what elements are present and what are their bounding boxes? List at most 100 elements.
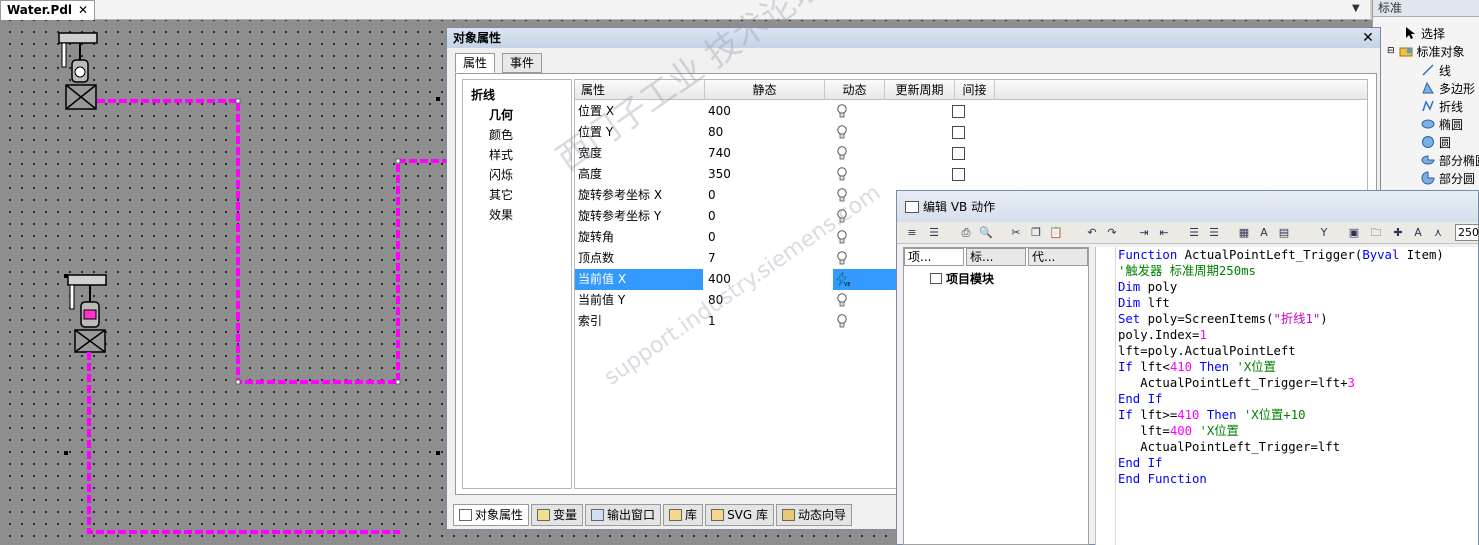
tab-properties[interactable]: 属性 [455, 53, 496, 73]
palette-item-line[interactable]: 线 [1421, 61, 1451, 79]
document-tab[interactable]: Water.Pdl ✕ [0, 0, 96, 20]
print-icon[interactable]: ⎙ [959, 226, 973, 240]
compile-icon[interactable]: ▣ [1347, 226, 1361, 240]
property-static-value[interactable]: 80 [708, 122, 723, 143]
tab-library[interactable]: 库 [663, 504, 704, 526]
tab-project[interactable]: 项... [904, 248, 964, 266]
replace-icon[interactable]: ▤ [1277, 226, 1291, 240]
uncomment-icon[interactable]: ☰ [1207, 226, 1221, 240]
editor-navigator: 项... 标... 代... 项目模块 [903, 247, 1089, 545]
tab-output-window[interactable]: 输出窗口 [585, 504, 662, 526]
col-header-update-cycle[interactable]: 更新周期 [885, 80, 955, 100]
palette-item-polygon[interactable]: 多边形 [1421, 79, 1475, 97]
palette-item-select[interactable]: 选择 [1403, 24, 1445, 42]
polyline-icon [1422, 100, 1434, 112]
indent-format-icon[interactable]: ☰ [927, 226, 941, 240]
indirect-checkbox[interactable] [952, 105, 965, 118]
tab-code[interactable]: 代... [1028, 248, 1088, 266]
lightbulb-icon[interactable] [834, 292, 850, 308]
property-static-value[interactable]: 740 [708, 143, 731, 164]
valve-top-icon[interactable] [58, 32, 98, 110]
palette-item-partial-ellipse[interactable]: 部分椭圆 [1421, 151, 1479, 169]
objects-palette: 标准 选择 ⊟ 标准对象 线 多边形 折线 椭圆 圆 部分椭圆 部分圆 [1372, 0, 1479, 190]
print-preview-icon[interactable]: 🔍 [979, 226, 993, 240]
polygon-icon [1422, 81, 1434, 94]
code-editor[interactable]: Function ActualPointLeft_Trigger(Byval I… [1095, 247, 1478, 545]
project-module-item[interactable]: 项目模块 [930, 270, 994, 287]
add-icon[interactable]: ✚ [1391, 226, 1405, 240]
category-style[interactable]: 样式 [489, 146, 513, 163]
lightbulb-icon[interactable] [834, 103, 850, 119]
wizard-icon [782, 509, 796, 521]
property-static-value[interactable]: 7 [708, 248, 716, 269]
comment-icon[interactable]: ☰ [1187, 226, 1201, 240]
valve-left-icon[interactable] [67, 274, 107, 353]
palette-item-circle[interactable]: 圆 [1421, 133, 1451, 151]
tab-standard[interactable]: 标... [966, 248, 1026, 266]
trigger-icon[interactable]: ⋏ [1431, 226, 1445, 240]
format-icon[interactable]: ≡ [905, 226, 919, 240]
property-row[interactable]: 高度 350 [575, 164, 1367, 185]
property-name: 旋转参考坐标 X [578, 188, 663, 202]
bottom-tabs: 对象属性 变量 输出窗口 库 SVG 库 动态向导 [453, 504, 854, 526]
property-static-value[interactable]: 0 [708, 185, 716, 206]
category-effects[interactable]: 效果 [489, 206, 513, 223]
property-static-value[interactable]: 350 [708, 164, 731, 185]
lightbulb-icon[interactable] [834, 124, 850, 140]
tab-label: 对象属性 [475, 508, 524, 522]
tab-svg-library[interactable]: SVG 库 [705, 504, 775, 526]
bookmark-icon[interactable]: ▦ [1237, 226, 1251, 240]
find-icon[interactable]: A [1257, 226, 1271, 240]
indirect-checkbox[interactable] [952, 168, 965, 181]
chevron-down-icon[interactable]: ▼ [1352, 3, 1360, 14]
col-header-dynamic[interactable]: 动态 [825, 80, 885, 100]
property-row[interactable]: 位置 Y 80 [575, 122, 1367, 143]
property-static-value[interactable]: 400 [708, 101, 731, 122]
redo-icon[interactable]: ↷ [1105, 226, 1119, 240]
palette-item-standard-objects[interactable]: ⊟ 标准对象 [1387, 42, 1465, 60]
col-header-static[interactable]: 静态 [705, 80, 825, 100]
undo-icon[interactable]: ↶ [1085, 226, 1099, 240]
outdent-icon[interactable]: ⇤ [1157, 226, 1171, 240]
indirect-checkbox[interactable] [952, 126, 965, 139]
cut-icon[interactable]: ✂ [1009, 226, 1023, 240]
property-static-value[interactable]: 0 [708, 227, 716, 248]
project-module-label: 项目模块 [946, 272, 995, 286]
tab-object-properties[interactable]: 对象属性 [453, 504, 530, 526]
tab-tags[interactable]: 变量 [531, 504, 584, 526]
property-row[interactable]: 位置 X 400 [575, 101, 1367, 122]
category-flashing[interactable]: 闪烁 [489, 166, 513, 183]
code-text[interactable]: Function ActualPointLeft_Trigger(Byval I… [1118, 247, 1444, 487]
category-geometry[interactable]: 几何 [489, 106, 513, 123]
lightbulb-icon[interactable] [834, 313, 850, 329]
collapse-icon[interactable]: ⊟ [1387, 46, 1395, 56]
polyline-1 [97, 99, 446, 384]
lightbulb-icon[interactable] [834, 166, 850, 182]
close-icon[interactable]: ✕ [78, 1, 88, 20]
code-line: If lft<410 Then 'X位置 [1118, 360, 1276, 374]
lightbulb-icon[interactable] [834, 250, 850, 266]
category-color[interactable]: 颜色 [489, 126, 513, 143]
indent-icon[interactable]: ⇥ [1137, 226, 1151, 240]
category-root[interactable]: 折线 [471, 86, 495, 103]
palette-item-polyline[interactable]: 折线 [1421, 97, 1463, 115]
vb-action-icon[interactable]: VB [834, 271, 850, 287]
palette-item-partial-circle[interactable]: 部分圆 [1421, 169, 1475, 187]
property-row[interactable]: 宽度 740 [575, 143, 1367, 164]
tab-events[interactable]: 事件 [502, 53, 543, 73]
tab-label: 库 [685, 508, 698, 522]
copy-icon[interactable]: ❐ [1029, 226, 1043, 240]
col-header-indirect[interactable]: 间接 [955, 80, 995, 100]
close-icon[interactable]: ✕ [1360, 28, 1376, 48]
property-static-value[interactable]: 0 [708, 206, 716, 227]
lightbulb-icon[interactable] [834, 145, 850, 161]
syntax-check-icon[interactable]: Y [1317, 226, 1331, 240]
tab-dynamic-wizard[interactable]: 动态向导 [776, 504, 853, 526]
font-icon[interactable]: A [1411, 226, 1425, 240]
indirect-checkbox[interactable] [952, 147, 965, 160]
paste-icon[interactable]: 📋 [1049, 226, 1063, 240]
zoom-field[interactable]: 250 [1455, 224, 1479, 241]
palette-item-ellipse[interactable]: 椭圆 [1421, 115, 1463, 133]
folder-open-icon[interactable]: 🗀 [1369, 226, 1383, 240]
category-other[interactable]: 其它 [489, 186, 513, 203]
